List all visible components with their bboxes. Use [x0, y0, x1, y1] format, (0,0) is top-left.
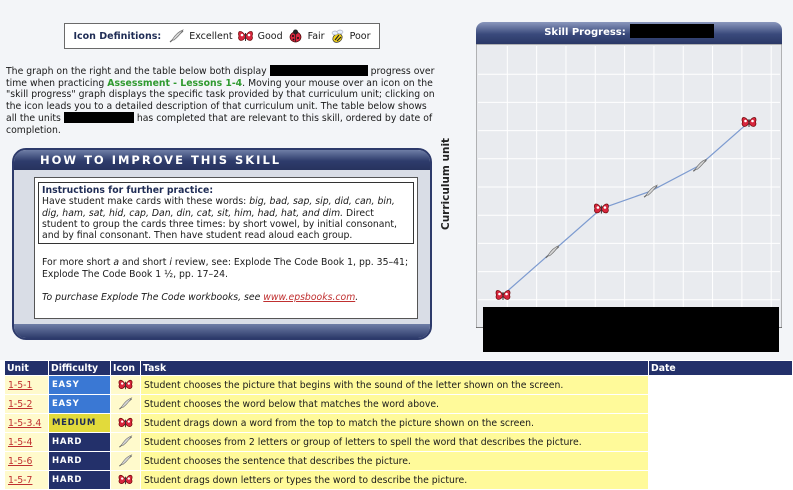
butterfly-icon: [117, 377, 134, 393]
purchase-text: To purchase Explode The Code workbooks, …: [42, 292, 359, 304]
unit-cell: 1-5-6: [4, 451, 49, 471]
chart-plot: [476, 44, 782, 328]
butterfly-icon: [117, 415, 134, 431]
more-review-text: For more short a and short i review, see…: [42, 257, 409, 280]
icon-cell: [110, 375, 141, 395]
feather-icon: [168, 28, 185, 44]
bee-icon: [329, 28, 346, 44]
ladybug-icon: [287, 28, 304, 44]
unit-cell: 1-5-3.4: [4, 413, 49, 433]
task-cell: Student drags down a word from the top t…: [140, 413, 649, 433]
legend-label-fair: Fair: [307, 30, 325, 42]
unit-cell: 1-5-7: [4, 470, 49, 490]
unit-cell: 1-5-4: [4, 432, 49, 452]
legend-label-good: Good: [257, 30, 283, 42]
legend-title: Icon Definitions:: [73, 30, 162, 42]
table-row: 1-5-1 EASY Student chooses the picture tha…: [4, 375, 793, 395]
date-cell: [648, 413, 793, 433]
unit-link[interactable]: 1-5-3.4: [8, 418, 41, 429]
date-cell: [648, 375, 793, 395]
task-cell: Student drags down letters or types the …: [140, 470, 649, 490]
table-row: 1-5-2 EASY Student chooses the word below …: [4, 394, 793, 414]
icon-legend: Icon Definitions: Excellent Good Fair Po…: [64, 23, 380, 49]
difficulty-cell: HARD: [48, 432, 111, 452]
improve-skill-body: Instructions for further practice: Have …: [34, 177, 418, 319]
task-cell: Student chooses from 2 letters or group …: [140, 432, 649, 452]
improve-skill-panel: HOW TO IMPROVE THIS SKILL Instructions f…: [12, 148, 432, 340]
chart-title-bar: Skill Progress:: [476, 22, 782, 44]
feather-icon: [117, 434, 134, 450]
col-icon: Icon: [110, 360, 141, 376]
chart-title: Skill Progress:: [544, 27, 626, 38]
redacted-x-axis-labels: [483, 307, 779, 352]
icon-cell: [110, 451, 141, 471]
butterfly-icon: [237, 28, 254, 44]
instructions-title: Instructions for further practice:: [42, 185, 214, 196]
unit-link[interactable]: 1-5-1: [8, 380, 32, 391]
date-cell: [648, 432, 793, 452]
icon-cell: [110, 470, 141, 490]
table-row: 1-5-4 HARD Student chooses from 2 letters …: [4, 432, 793, 452]
task-cell: Student chooses the picture that begins …: [140, 375, 649, 395]
col-difficulty: Difficulty: [48, 360, 111, 376]
redacted-chart-student: [629, 24, 714, 38]
unit-link[interactable]: 1-5-6: [8, 456, 32, 467]
intro-paragraph: The graph on the right and the table bel…: [6, 65, 435, 136]
table-row: 1-5-6 HARD Student chooses the sentence th…: [4, 451, 793, 471]
difficulty-cell: EASY: [48, 394, 111, 414]
legend-label-excellent: Excellent: [189, 30, 233, 42]
icon-cell: [110, 413, 141, 433]
unit-cell: 1-5-1: [4, 375, 49, 395]
unit-link[interactable]: 1-5-7: [8, 475, 32, 486]
table-row: 1-5-3.4 MEDIUM Student drags down a word f…: [4, 413, 793, 433]
instructions-box: Instructions for further practice: Have …: [38, 182, 414, 245]
icon-cell: [110, 394, 141, 414]
improve-skill-title: HOW TO IMPROVE THIS SKILL: [14, 150, 430, 170]
redacted-student-name-2: [63, 112, 134, 124]
panel-footer: [14, 324, 430, 338]
task-cell: Student chooses the word below that matc…: [140, 394, 649, 414]
date-cell: [648, 470, 793, 490]
table-row: 1-5-7 HARD Student drags down letters or t…: [4, 470, 793, 490]
legend-label-poor: Poor: [349, 30, 371, 42]
difficulty-cell: HARD: [48, 451, 111, 471]
feather-icon: [117, 396, 134, 412]
table-header-row: Unit Difficulty Icon Task Date: [4, 360, 793, 376]
assessment-name: Assessment - Lessons 1-4: [107, 77, 243, 89]
col-task: Task: [140, 360, 649, 376]
feather-icon: [117, 453, 134, 469]
plot-area: [476, 44, 782, 328]
icon-cell: [110, 432, 141, 452]
unit-cell: 1-5-2: [4, 394, 49, 414]
butterfly-icon: [117, 472, 134, 488]
col-unit: Unit: [4, 360, 49, 376]
difficulty-cell: EASY: [48, 375, 111, 395]
col-date: Date: [648, 360, 793, 376]
redacted-student-name: [269, 65, 368, 76]
difficulty-cell: HARD: [48, 470, 111, 490]
unit-link[interactable]: 1-5-2: [8, 399, 32, 410]
unit-link[interactable]: 1-5-4: [8, 437, 32, 448]
chart-y-label: Curriculum unit: [440, 137, 452, 230]
epsbooks-link[interactable]: www.epsbooks.com: [263, 292, 355, 303]
units-table: Unit Difficulty Icon Task Date 1-5-1 EASY…: [4, 360, 793, 490]
task-cell: Student chooses the sentence that descri…: [140, 451, 649, 471]
date-cell: [648, 451, 793, 471]
date-cell: [648, 394, 793, 414]
difficulty-cell: MEDIUM: [48, 413, 111, 433]
